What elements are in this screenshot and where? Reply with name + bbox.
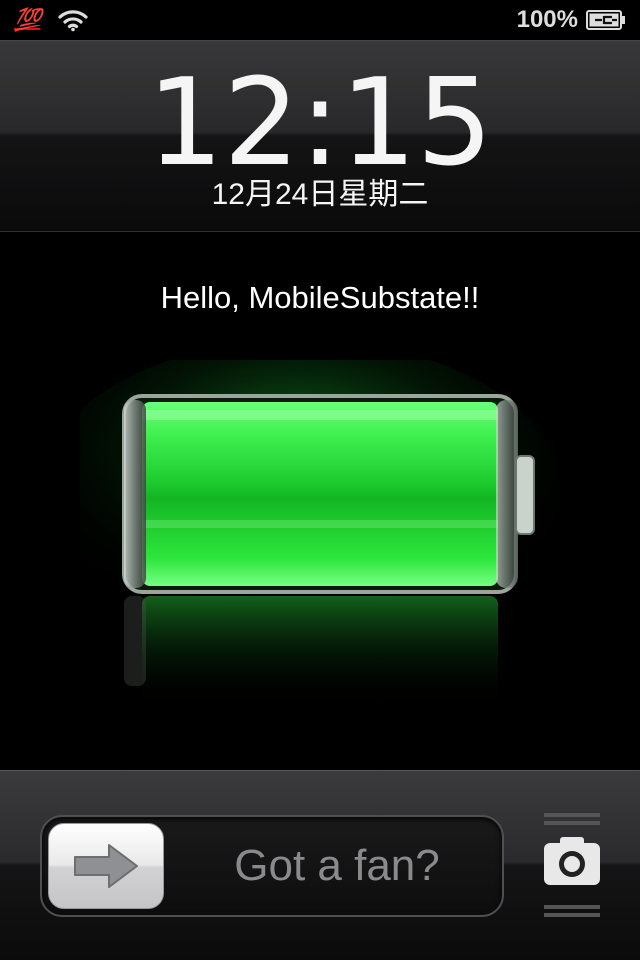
unlock-panel: Got a fan? <box>0 770 640 960</box>
camera-icon <box>544 837 600 885</box>
clock-panel: 12:15 12月24日星期二 <box>0 40 640 232</box>
status-left: 💯 <box>14 7 89 33</box>
clock-date: 12月24日星期二 <box>211 178 429 211</box>
hundred-points-icon: 💯 <box>14 7 41 33</box>
right-arrow-icon <box>74 844 138 888</box>
lockscreen-message: Hello, MobileSubstate!! <box>160 280 480 315</box>
status-right: 100% <box>517 6 626 34</box>
camera-grabber[interactable] <box>542 811 602 917</box>
battery-charging-icon <box>586 10 625 30</box>
wifi-icon <box>58 10 89 32</box>
status-bar: 💯 100% <box>0 0 640 40</box>
unlock-slider[interactable]: Got a fan? <box>40 815 504 917</box>
slider-label: Got a fan? <box>234 841 440 890</box>
battery-percent: 100% <box>516 6 578 33</box>
lock-screen: 💯 100% 12:15 12月24日星期二 Hello, MobileSubs… <box>0 0 640 960</box>
slider-knob[interactable] <box>48 823 164 909</box>
charging-battery-graphic <box>80 360 560 706</box>
